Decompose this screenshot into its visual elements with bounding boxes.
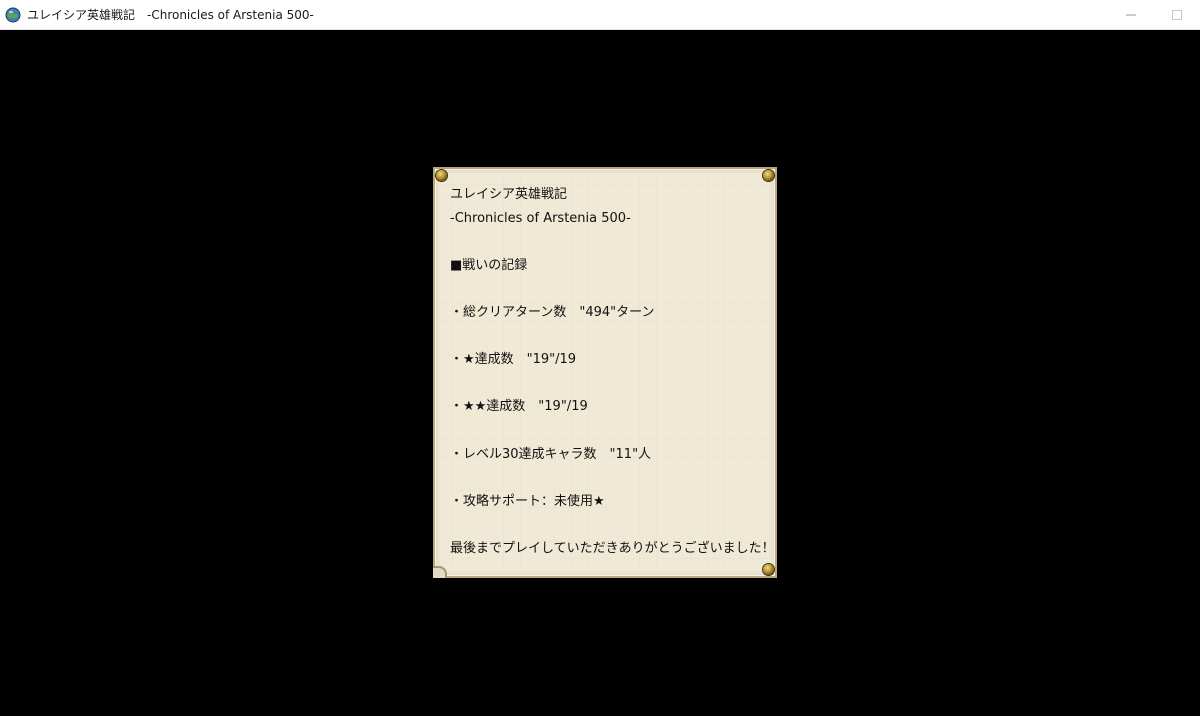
game-screen[interactable]: ユレイシア英雄戦記 -Chronicles of Arstenia 500- ■…	[0, 30, 1200, 716]
record-line	[450, 325, 765, 349]
record-line	[450, 466, 765, 490]
record-line	[450, 513, 765, 537]
rivet-icon	[763, 564, 774, 575]
record-line	[450, 230, 765, 254]
record-line	[450, 277, 765, 301]
record-thank-you-message: 最後までプレイしていただきありがとうございました！	[450, 540, 775, 556]
maximize-button[interactable]	[1154, 0, 1200, 30]
title-bar[interactable]: ユレイシア英雄戦記 -Chronicles of Arstenia 500-	[0, 0, 1200, 30]
record-game-subtitle: -Chronicles of Arstenia 500-	[450, 210, 631, 226]
maximize-icon	[1172, 10, 1182, 20]
record-text: ユレイシア英雄戦記 -Chronicles of Arstenia 500- ■…	[450, 183, 775, 561]
minimize-icon	[1126, 14, 1136, 16]
record-support-status: ・攻略サポート：未使用★	[450, 493, 605, 509]
record-two-star-count: ・★★達成数 "19"/19	[450, 399, 588, 415]
record-section-heading: ■戦いの記録	[450, 257, 528, 273]
record-game-title: ユレイシア英雄戦記	[450, 187, 568, 202]
record-level30-count: ・レベル30達成キャラ数 "11"人	[450, 446, 652, 462]
window-title: ユレイシア英雄戦記 -Chronicles of Arstenia 500-	[27, 8, 314, 22]
record-line	[450, 372, 765, 396]
window-controls	[1108, 0, 1200, 30]
minimize-button[interactable]	[1108, 0, 1154, 30]
globe-icon	[5, 7, 21, 23]
battle-record-scroll: ユレイシア英雄戦記 -Chronicles of Arstenia 500- ■…	[433, 167, 777, 578]
rivet-icon	[436, 170, 447, 181]
record-total-turns: ・総クリアターン数 "494"ターン	[450, 304, 655, 320]
record-one-star-count: ・★達成数 "19"/19	[450, 352, 577, 368]
page-curl-icon	[433, 566, 447, 578]
rivet-icon	[763, 170, 774, 181]
game-window: ユレイシア英雄戦記 -Chronicles of Arstenia 500- ユ…	[0, 0, 1200, 716]
record-line	[450, 419, 765, 443]
